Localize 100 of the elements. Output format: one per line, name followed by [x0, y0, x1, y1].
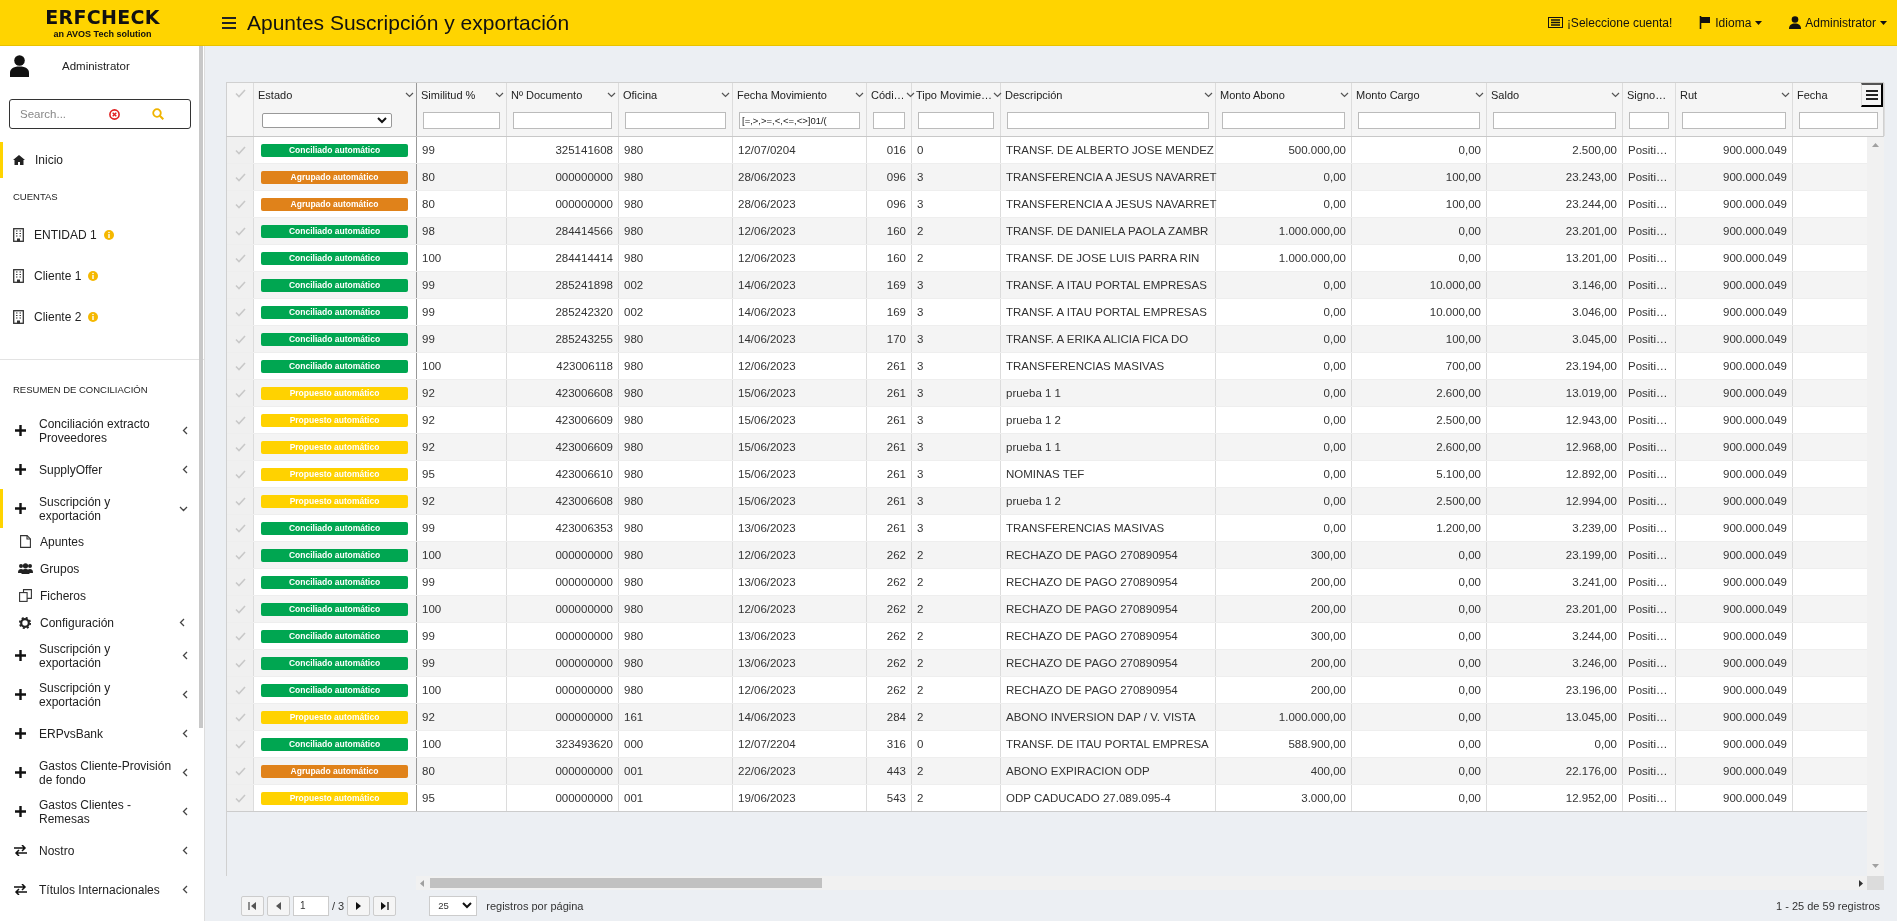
table-row[interactable]: Propuesto automático 92 000000000 161 14/06/2023 284 2 ABONO INVERSION DAP / V. VISTA 1.000.000,00 0,00 13.045,00 Positi… 900.000.049 [227, 704, 1867, 731]
table-row[interactable]: Conciliado automático 99 000000000 980 13/06/2023 262 2 RECHAZO DE PAGO 270890954 200,00 0,00 3.241,00 Positi… 900.000.049 [227, 569, 1867, 596]
select-all-checkbox[interactable] [234, 89, 246, 98]
table-row[interactable]: Conciliado automático 99 000000000 980 13/06/2023 262 2 RECHAZO DE PAGO 270890954 200,00 0,00 3.246,00 Positi… 900.000.049 [227, 650, 1867, 677]
previous-page-button[interactable] [267, 895, 290, 916]
table-row[interactable]: Propuesto automático 92 423006609 980 15/06/2023 261 3 prueba 1 1 0,00 2.600,00 12.968,00 Positi… 900.000.049 [227, 434, 1867, 461]
table-row[interactable]: Conciliado automático 99 285242320 002 14/06/2023 169 3 TRANSF. A ITAU PORTAL EMPRESAS 0,00 10.000,00 3.046,00 Positi… 900.000.049 [227, 299, 1867, 326]
table-row[interactable]: Conciliado automático 100 423006118 980 12/06/2023 261 3 TRANSFERENCIAS MASIVAS 0,00 700,00 23.194,00 Positi… 900.000.049 [227, 353, 1867, 380]
header-link[interactable]: ¡Seleccione cuenta! [1547, 15, 1673, 30]
search-field[interactable]: Search... [9, 99, 191, 129]
account-item[interactable]: Cliente 1 [0, 255, 204, 296]
last-page-button[interactable] [373, 895, 397, 916]
table-row[interactable]: Conciliado automático 100 323493620 000 12/07/2204 316 0 TRANSF. DE ITAU PORTAL EMPRESA 588.900,00 0,00 0,00 Positi… 900.000.049 [227, 731, 1867, 758]
submenu-item[interactable]: Ficheros [0, 582, 204, 609]
page-number-field[interactable]: 1 [293, 895, 329, 916]
filter-field[interactable] [1799, 111, 1878, 129]
nav-item[interactable]: Suscripción y exportación [0, 675, 204, 714]
filter-field[interactable] [1493, 111, 1616, 129]
nav-item[interactable]: Conciliación extracto Proveedores [0, 411, 204, 450]
scrollbar-thumb[interactable] [430, 878, 822, 888]
header-link[interactable]: Idioma [1699, 15, 1763, 30]
nav-item[interactable]: Nostro [0, 831, 204, 870]
sort-icon[interactable] [905, 92, 915, 98]
column-header[interactable]: Oficina [619, 83, 732, 107]
page-size-select[interactable]: 25 [429, 895, 478, 916]
account-item[interactable]: Cliente 2 [0, 296, 204, 337]
sort-icon[interactable] [1475, 92, 1484, 98]
submenu-item[interactable]: Grupos [0, 555, 204, 582]
column-header[interactable]: Estado [254, 83, 416, 107]
table-row[interactable]: Conciliado automático 99 285241898 002 14/06/2023 169 3 TRANSF. A ITAU PORTAL EMPRESAS 0,00 10.000,00 3.146,00 Positi… 900.000.049 [227, 272, 1867, 299]
sort-icon[interactable] [405, 92, 414, 98]
table-row[interactable]: Conciliado automático 99 325141608 980 12/07/0204 016 0 TRANSF. DE ALBERTO JOSE MENDEZ 500.000,00 0,00 2.500,00 Positi… 900.000.049 [227, 137, 1867, 164]
nav-item[interactable]: Gastos Cliente-Provisión de fondo [0, 753, 204, 792]
column-header[interactable]: Códi… [867, 83, 911, 107]
sort-icon[interactable] [495, 92, 504, 98]
table-row[interactable]: Agrupado automático 80 000000000 001 22/06/2023 443 2 ABONO EXPIRACION ODP 400,00 0,00 22.176,00 Positi… 900.000.049 [227, 758, 1867, 785]
table-row[interactable]: Conciliado automático 99 423006353 980 13/06/2023 261 3 TRANSFERENCIAS MASIVAS 0,00 1.200,00 3.239,00 Positi… 900.000.049 [227, 515, 1867, 542]
filter-field[interactable] [1682, 111, 1786, 129]
scroll-down-arrow-icon[interactable] [1872, 864, 1879, 868]
filter-field[interactable] [873, 111, 905, 129]
column-header[interactable]: Similitud % [417, 83, 506, 107]
sort-icon[interactable] [1204, 92, 1213, 98]
nav-item[interactable]: Suscripción y exportación [0, 636, 204, 675]
sort-icon[interactable] [721, 92, 730, 98]
filter-field[interactable] [1222, 111, 1345, 129]
filter-select[interactable] [262, 112, 392, 128]
nav-item[interactable]: Títulos Internacionales [0, 870, 204, 909]
account-item[interactable]: ENTIDAD 1 [0, 214, 204, 255]
next-page-button[interactable] [347, 895, 371, 916]
filter-field[interactable] [918, 111, 994, 129]
column-header[interactable]: Descripción [1001, 83, 1215, 107]
sort-icon[interactable] [1781, 92, 1790, 98]
table-row[interactable]: Propuesto automático 95 000000000 001 19/06/2023 543 2 ODP CADUCADO 27.089.095-4 3.000,00 0,00 12.952,00 Positi… 900.000.049 [227, 785, 1867, 812]
column-header[interactable]: Fecha Movimiento [733, 83, 866, 107]
column-menu-button[interactable] [1861, 83, 1883, 107]
filter-field[interactable] [1358, 111, 1480, 129]
header-link[interactable]: Administrator [1789, 15, 1887, 30]
clear-icon[interactable] [109, 108, 120, 120]
column-header[interactable]: Rut [1676, 83, 1792, 107]
submenu-item[interactable]: Apuntes [0, 528, 204, 555]
search-icon[interactable] [152, 108, 164, 120]
column-header[interactable]: Saldo [1487, 83, 1622, 107]
row-checkbox[interactable] [227, 137, 254, 163]
table-row[interactable]: Conciliado automático 100 000000000 980 12/06/2023 262 2 RECHAZO DE PAGO 270890954 200,00 0,00 23.201,00 Positi… 900.000.049 [227, 596, 1867, 623]
table-row[interactable]: Conciliado automático 100 000000000 980 12/06/2023 262 2 RECHAZO DE PAGO 270890954 300,00 0,00 23.199,00 Positi… 900.000.049 [227, 542, 1867, 569]
filter-field[interactable]: [=,>,>=,<,<=,<>]01/( [739, 111, 860, 129]
sort-icon[interactable] [1611, 92, 1620, 98]
scroll-left-arrow-icon[interactable] [420, 879, 424, 887]
filter-field[interactable] [625, 111, 726, 129]
scroll-right-arrow-icon[interactable] [1859, 879, 1863, 887]
nav-item[interactable]: Gastos Clientes - Remesas [0, 792, 204, 831]
nav-item[interactable]: SupplyOffer [0, 450, 204, 489]
filter-field[interactable] [423, 111, 500, 129]
first-page-button[interactable] [241, 895, 264, 916]
table-row[interactable]: Propuesto automático 92 423006608 980 15/06/2023 261 3 prueba 1 2 0,00 2.500,00 12.994,00 Positi… 900.000.049 [227, 488, 1867, 515]
column-header[interactable]: Signo… [1623, 83, 1675, 107]
column-header[interactable]: Monto Cargo [1352, 83, 1486, 107]
table-row[interactable]: Agrupado automático 80 000000000 980 28/06/2023 096 3 TRANSFERENCIA A JESUS NAVARRET 0,00 100,00 23.243,00 Positi… 900.000.049 [227, 164, 1867, 191]
sort-icon[interactable] [855, 92, 864, 98]
filter-field[interactable] [1007, 111, 1209, 129]
submenu-item[interactable]: Configuración [0, 609, 204, 636]
row-checkbox[interactable] [227, 785, 254, 811]
table-row[interactable]: Conciliado automático 98 284414566 980 12/06/2023 160 2 TRANSF. DE DANIELA PAOLA ZAMBR 1.000.000,00 0,00 23.201,00 Positi… 900.000.049 [227, 218, 1867, 245]
table-row[interactable]: Agrupado automático 80 000000000 980 28/06/2023 096 3 TRANSFERENCIA A JESUS NAVARRET 0,00 100,00 23.244,00 Positi… 900.000.049 [227, 191, 1867, 218]
sort-icon[interactable] [1340, 92, 1349, 98]
table-row[interactable]: Conciliado automático 99 285243255 980 14/06/2023 170 3 TRANSF. A ERIKA ALICIA FICA DO 0,00 100,00 3.045,00 Positi… 900.000.049 [227, 326, 1867, 353]
filter-field[interactable] [1629, 111, 1669, 129]
table-row[interactable]: Propuesto automático 92 423006609 980 15/06/2023 261 3 prueba 1 2 0,00 2.500,00 12.943,00 Positi… 900.000.049 [227, 407, 1867, 434]
table-row[interactable]: Conciliado automático 99 000000000 980 13/06/2023 262 2 RECHAZO DE PAGO 270890954 300,00 0,00 3.244,00 Positi… 900.000.049 [227, 623, 1867, 650]
sort-icon[interactable] [607, 92, 616, 98]
table-row[interactable]: Propuesto automático 92 423006608 980 15/06/2023 261 3 prueba 1 1 0,00 2.600,00 13.019,00 Positi… 900.000.049 [227, 380, 1867, 407]
column-header[interactable]: Tipo Movimie… [912, 83, 1000, 107]
column-header[interactable]: Fecha [1793, 83, 1884, 107]
nav-item[interactable]: ERPvsBank [0, 714, 204, 753]
sort-icon[interactable] [993, 92, 1002, 98]
table-row[interactable]: Conciliado automático 100 000000000 980 12/06/2023 262 2 RECHAZO DE PAGO 270890954 200,00 0,00 23.196,00 Positi… 900.000.049 [227, 677, 1867, 704]
filter-field[interactable] [513, 111, 612, 129]
table-row[interactable]: Propuesto automático 95 423006610 980 15/06/2023 261 3 NOMINAS TEF 0,00 5.100,00 12.892,00 Positi… 900.000.049 [227, 461, 1867, 488]
column-header[interactable]: Nº Documento [507, 83, 618, 107]
column-header[interactable]: Monto Abono [1216, 83, 1351, 107]
